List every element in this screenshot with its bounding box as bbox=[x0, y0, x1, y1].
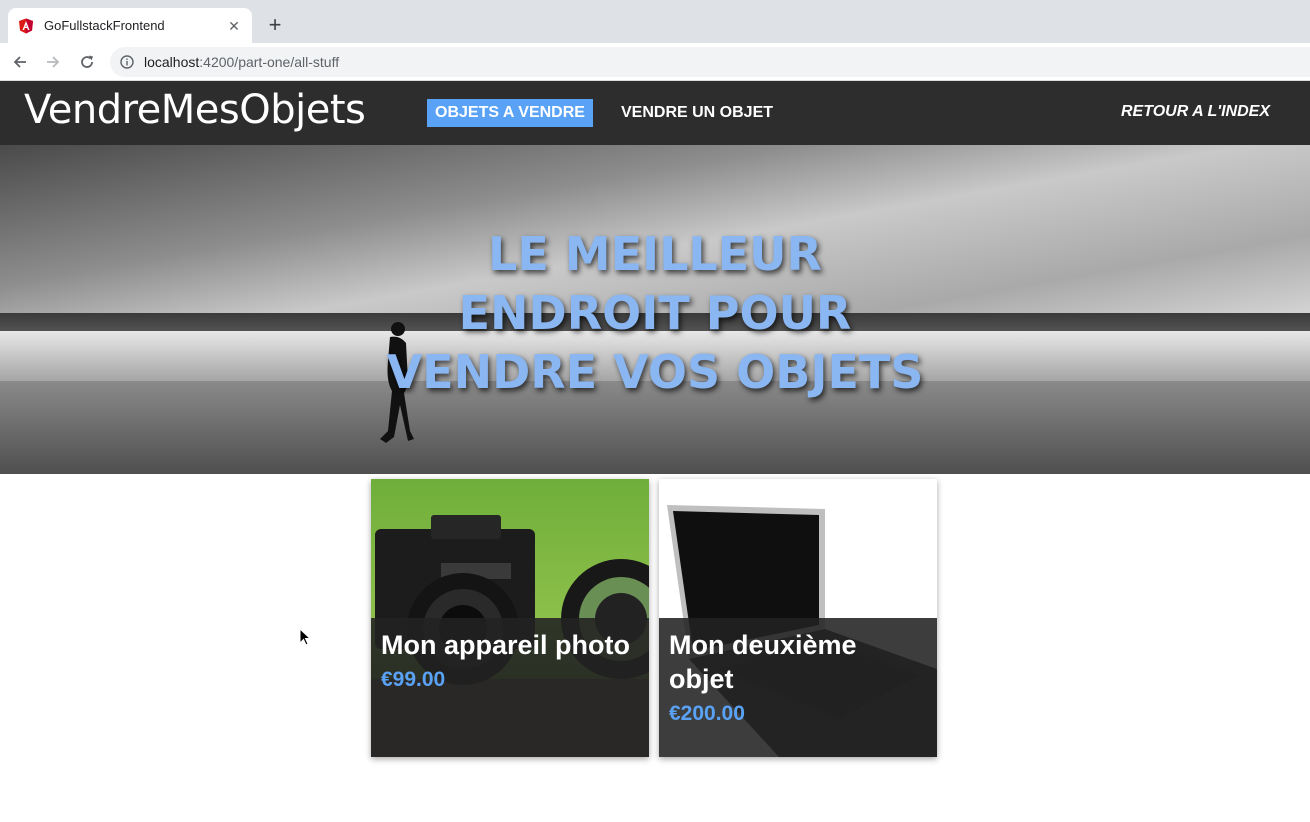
item-title: Mon deuxième objet bbox=[669, 630, 857, 694]
card-info: Mon appareil photo €99.00 bbox=[371, 618, 649, 757]
close-icon[interactable]: ✕ bbox=[226, 18, 242, 34]
back-icon[interactable] bbox=[9, 51, 31, 73]
item-price: €99.00 bbox=[381, 668, 446, 691]
mouse-cursor-icon bbox=[299, 628, 311, 646]
new-tab-icon[interactable]: + bbox=[264, 14, 286, 36]
card-info: Mon deuxième objet €200.00 bbox=[659, 618, 937, 757]
angular-icon bbox=[19, 18, 33, 33]
hero-title: LE MEILLEUR ENDROIT POUR VENDRE VOS OBJE… bbox=[0, 225, 1310, 402]
forward-icon[interactable] bbox=[42, 51, 64, 73]
browser-tab-bar: GoFullstackFrontend ✕ + bbox=[0, 0, 1310, 43]
tab-title: GoFullstackFrontend bbox=[44, 18, 165, 33]
url-host: localhost bbox=[144, 54, 200, 70]
browser-toolbar: localhost:4200/part-one/all-stuff bbox=[0, 43, 1310, 81]
browser-tab[interactable]: GoFullstackFrontend ✕ bbox=[8, 8, 252, 43]
item-card[interactable]: Mon deuxième objet €200.00 bbox=[659, 479, 937, 757]
hero-banner: LE MEILLEUR ENDROIT POUR VENDRE VOS OBJE… bbox=[0, 145, 1310, 474]
nav-vendre-un-objet[interactable]: VENDRE UN OBJET bbox=[613, 99, 781, 127]
hero-line-1: LE MEILLEUR bbox=[488, 227, 822, 281]
item-title: Mon appareil photo bbox=[381, 630, 630, 660]
address-bar[interactable]: localhost:4200/part-one/all-stuff bbox=[110, 47, 1310, 77]
nav-objets-a-vendre[interactable]: OBJETS A VENDRE bbox=[427, 99, 593, 127]
hero-line-3: VENDRE VOS OBJETS bbox=[386, 345, 924, 399]
item-card[interactable]: Mon appareil photo €99.00 bbox=[371, 479, 649, 757]
brand-logo[interactable]: VendreMesObjets bbox=[24, 87, 366, 133]
nav-retour-index[interactable]: RETOUR A L'INDEX bbox=[1121, 103, 1270, 121]
hero-line-2: ENDROIT POUR bbox=[458, 286, 852, 340]
item-price: €200.00 bbox=[669, 702, 745, 725]
info-icon[interactable] bbox=[120, 55, 134, 69]
url-path: :4200/part-one/all-stuff bbox=[199, 54, 340, 70]
reload-icon[interactable] bbox=[76, 51, 98, 73]
app-header: VendreMesObjets OBJETS A VENDRE VENDRE U… bbox=[0, 81, 1310, 145]
